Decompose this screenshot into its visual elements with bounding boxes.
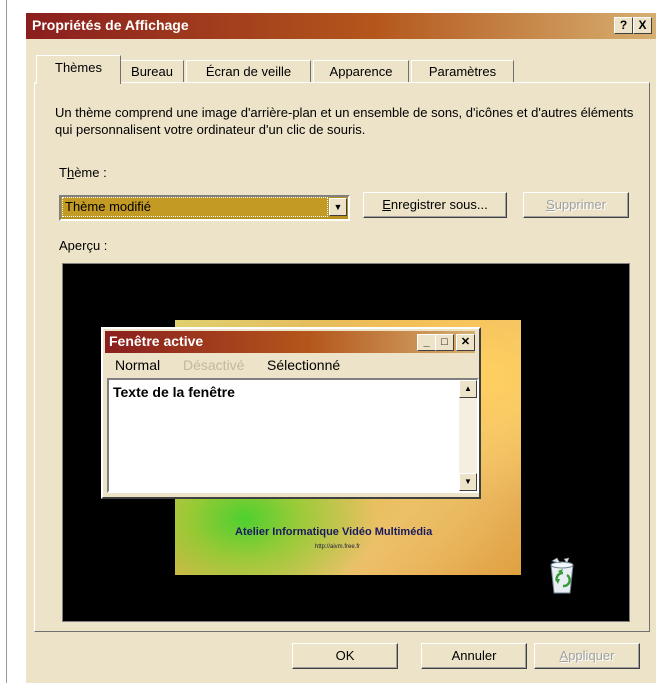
preview-window-client: Texte de la fenêtre ▲ ▼: [107, 378, 479, 493]
help-button[interactable]: ?: [614, 17, 633, 34]
save-as-button[interactable]: Enregistrer sous...: [363, 192, 507, 218]
wallpaper-title: Atelier Informatique Vidéo Multimédia: [235, 526, 433, 538]
theme-dropdown-value: Thème modifié: [62, 197, 328, 217]
display-properties-dialog: Propriétés de Affichage ? X Thèmes Burea…: [26, 13, 656, 683]
preview-label: Aperçu :: [59, 238, 108, 253]
tab-ecran-de-veille[interactable]: Écran de veille: [186, 60, 311, 83]
chevron-down-icon[interactable]: ▼: [329, 198, 347, 216]
preview-active-window: Fenêtre active _ □ ✕ Normal Désactivé Sé…: [101, 327, 481, 499]
delete-button[interactable]: Supprimer: [523, 192, 629, 218]
theme-preview: Atelier Informatique Vidéo Multimédia ht…: [62, 263, 630, 622]
preview-window-title: Fenêtre active: [109, 333, 204, 349]
close-button[interactable]: X: [633, 17, 652, 34]
tab-parametres[interactable]: Paramètres: [411, 60, 514, 83]
theme-dropdown[interactable]: Thème modifié ▼: [59, 195, 350, 221]
tab-apparence[interactable]: Apparence: [313, 60, 409, 83]
preview-menu-normal: Normal: [115, 357, 161, 373]
cancel-button[interactable]: Annuler: [421, 643, 527, 669]
wallpaper-url: http://aivm.free.fr: [315, 544, 361, 550]
ok-button[interactable]: OK: [292, 643, 398, 669]
preview-menu-selected: Sélectionné: [267, 357, 341, 373]
desktop-edge-line: [6, 0, 7, 683]
scroll-up-icon: ▲: [459, 380, 477, 398]
preview-window-text: Texte de la fenêtre: [113, 384, 235, 400]
scroll-down-icon: ▼: [459, 473, 477, 491]
minimize-icon: _: [417, 334, 436, 351]
close-icon: ✕: [456, 334, 475, 351]
recycle-bin-icon: [550, 557, 574, 594]
title-bar[interactable]: Propriétés de Affichage ? X: [26, 13, 656, 39]
maximize-icon: □: [435, 334, 454, 351]
preview-menu-disabled: Désactivé: [183, 357, 245, 373]
preview-scrollbar: ▲ ▼: [459, 380, 477, 491]
theme-label: Thème :: [59, 165, 107, 180]
tab-themes[interactable]: Thèmes: [36, 55, 121, 84]
preview-window-titlebar: Fenêtre active _ □ ✕: [105, 331, 475, 353]
apply-button[interactable]: Appliquer: [534, 643, 640, 669]
theme-description: Un thème comprend une image d'arrière-pl…: [55, 105, 634, 137]
tab-bureau[interactable]: Bureau: [120, 60, 184, 83]
window-title: Propriétés de Affichage: [32, 17, 189, 33]
